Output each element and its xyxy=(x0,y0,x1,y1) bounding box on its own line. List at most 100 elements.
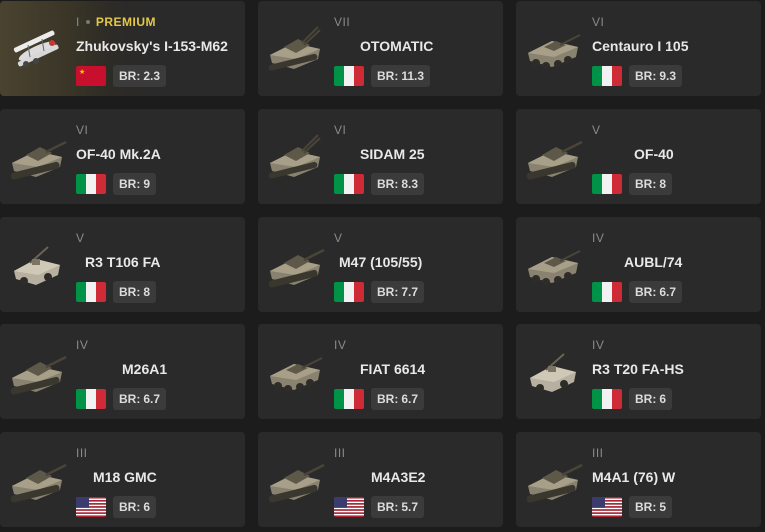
rank-label: VI xyxy=(76,123,89,137)
vehicle-card[interactable]: VI SIDAM 25 BR: 8.3 xyxy=(258,109,503,204)
vehicle-name: R3 T20 FA-HS xyxy=(592,361,684,377)
vehicle-rank: III xyxy=(592,446,604,460)
vehicle-card[interactable]: V M47 (105/55) BR: 7.7 xyxy=(258,217,503,312)
vehicle-rank: IV xyxy=(592,231,604,245)
battle-rating-label: BR: xyxy=(119,500,141,514)
italy-flag-icon xyxy=(76,282,106,302)
rank-label: IV xyxy=(592,231,605,245)
battle-rating-label: BR: xyxy=(377,69,399,83)
battle-rating-value: 9 xyxy=(143,177,151,191)
battle-rating-label: BR: xyxy=(377,500,399,514)
rank-label: VI xyxy=(334,123,347,137)
battle-rating-label: BR: xyxy=(119,392,141,406)
italy-flag-icon xyxy=(592,282,622,302)
vehicle-name: SIDAM 25 xyxy=(360,146,425,162)
vehicle-card[interactable]: VII OTOMATIC BR: 11.3 xyxy=(258,1,503,96)
vehicle-rank: III xyxy=(334,446,346,460)
vehicle-rank: IV xyxy=(592,338,604,352)
tank-thumbnail-icon xyxy=(264,125,326,187)
rank-label: III xyxy=(76,446,88,460)
italy-flag-icon xyxy=(334,282,364,302)
battle-rating-badge: BR: 6.7 xyxy=(113,388,167,410)
battle-rating-value: 2.3 xyxy=(143,69,161,83)
battle-rating-value: 7.7 xyxy=(401,285,419,299)
usa-flag-icon xyxy=(592,497,622,517)
italy-flag-icon xyxy=(592,66,622,86)
tank-thumbnail-icon xyxy=(522,340,584,402)
vehicle-card[interactable]: V OF-40 BR: 8 xyxy=(516,109,761,204)
italy-flag-icon xyxy=(334,66,364,86)
vehicle-card[interactable]: IV AUBL/74 BR: 6.7 xyxy=(516,217,761,312)
tank-thumbnail-icon xyxy=(264,340,326,402)
battle-rating-value: 5 xyxy=(659,500,667,514)
battle-rating-label: BR: xyxy=(635,177,657,191)
vehicle-rank: III xyxy=(76,446,88,460)
usa-flag-icon xyxy=(76,497,106,517)
separator-dot xyxy=(85,19,90,24)
vehicle-card[interactable]: IV R3 T20 FA-HS BR: 6 xyxy=(516,324,761,419)
rank-label: IV xyxy=(76,338,89,352)
battle-rating-label: BR: xyxy=(377,392,399,406)
tank-thumbnail-icon xyxy=(264,233,326,295)
vehicle-card[interactable]: VI Centauro I 105 BR: 9.3 xyxy=(516,1,761,96)
vehicle-card[interactable]: V R3 T106 FA BR: 8 xyxy=(0,217,245,312)
battle-rating-value: 11.3 xyxy=(401,69,425,83)
vehicle-card[interactable]: III M18 GMC BR: 6 xyxy=(0,432,245,527)
battle-rating-badge: BR: 6 xyxy=(113,496,157,518)
battle-rating-badge: BR: 9.3 xyxy=(629,65,683,87)
rank-label: V xyxy=(76,231,85,245)
vehicle-rank: VI xyxy=(592,15,604,29)
vehicle-name: M4A3E2 xyxy=(371,469,426,485)
rank-label: I xyxy=(76,15,80,29)
tank-thumbnail-icon xyxy=(522,233,584,295)
battle-rating-value: 6 xyxy=(659,392,667,406)
vehicle-card[interactable]: I PREMIUM Zhukovsky's I-153-M62 ★ BR: 2.3 xyxy=(0,1,245,96)
tank-thumbnail-icon xyxy=(264,17,326,79)
italy-flag-icon xyxy=(334,174,364,194)
vehicle-rank: IV xyxy=(334,338,346,352)
battle-rating-badge: BR: 6 xyxy=(629,388,673,410)
battle-rating-value: 6.7 xyxy=(401,392,419,406)
premium-badge: PREMIUM xyxy=(95,15,157,29)
battle-rating-badge: BR: 7.7 xyxy=(371,281,425,303)
vehicle-rank: VII xyxy=(334,15,350,29)
battle-rating-badge: BR: 9 xyxy=(113,173,157,195)
vehicle-rank: VI xyxy=(76,123,88,137)
vehicle-name: Centauro I 105 xyxy=(592,38,689,54)
ussr-flag-icon: ★ xyxy=(76,66,106,86)
vehicle-card[interactable]: III M4A3E2 BR: 5.7 xyxy=(258,432,503,527)
rank-label: V xyxy=(334,231,343,245)
battle-rating-badge: BR: 5.7 xyxy=(371,496,425,518)
battle-rating-label: BR: xyxy=(635,392,657,406)
vehicle-rank: V xyxy=(334,231,343,245)
battle-rating-badge: BR: 8.3 xyxy=(371,173,425,195)
battle-rating-value: 8.3 xyxy=(401,177,419,191)
vehicle-name: OTOMATIC xyxy=(360,38,434,54)
vehicle-rank: VI xyxy=(334,123,346,137)
battle-rating-value: 5.7 xyxy=(401,500,419,514)
vehicle-card[interactable]: IV M26A1 BR: 6.7 xyxy=(0,324,245,419)
battle-rating-label: BR: xyxy=(119,177,141,191)
tank-thumbnail-icon xyxy=(6,448,68,510)
vehicle-name: M18 GMC xyxy=(93,469,157,485)
tank-thumbnail-icon xyxy=(6,233,68,295)
battle-rating-value: 8 xyxy=(143,285,151,299)
tank-thumbnail-icon xyxy=(522,448,584,510)
vehicle-name: M47 (105/55) xyxy=(339,254,423,270)
vehicle-card[interactable]: IV FIAT 6614 BR: 6.7 xyxy=(258,324,503,419)
vehicle-card[interactable]: VI OF-40 Mk.2A BR: 9 xyxy=(0,109,245,204)
tank-thumbnail-icon xyxy=(6,340,68,402)
battle-rating-label: BR: xyxy=(635,500,657,514)
rank-label: VI xyxy=(592,15,605,29)
vehicle-name: Zhukovsky's I-153-M62 xyxy=(76,38,228,54)
tank-thumbnail-icon xyxy=(522,17,584,79)
usa-flag-icon xyxy=(334,497,364,517)
tank-thumbnail-icon xyxy=(6,125,68,187)
battle-rating-label: BR: xyxy=(635,285,657,299)
italy-flag-icon xyxy=(592,389,622,409)
vehicle-card[interactable]: III M4A1 (76) W BR: 5 xyxy=(516,432,761,527)
italy-flag-icon xyxy=(76,174,106,194)
battle-rating-label: BR: xyxy=(119,69,141,83)
battle-rating-label: BR: xyxy=(377,177,399,191)
battle-rating-value: 6.7 xyxy=(659,285,677,299)
